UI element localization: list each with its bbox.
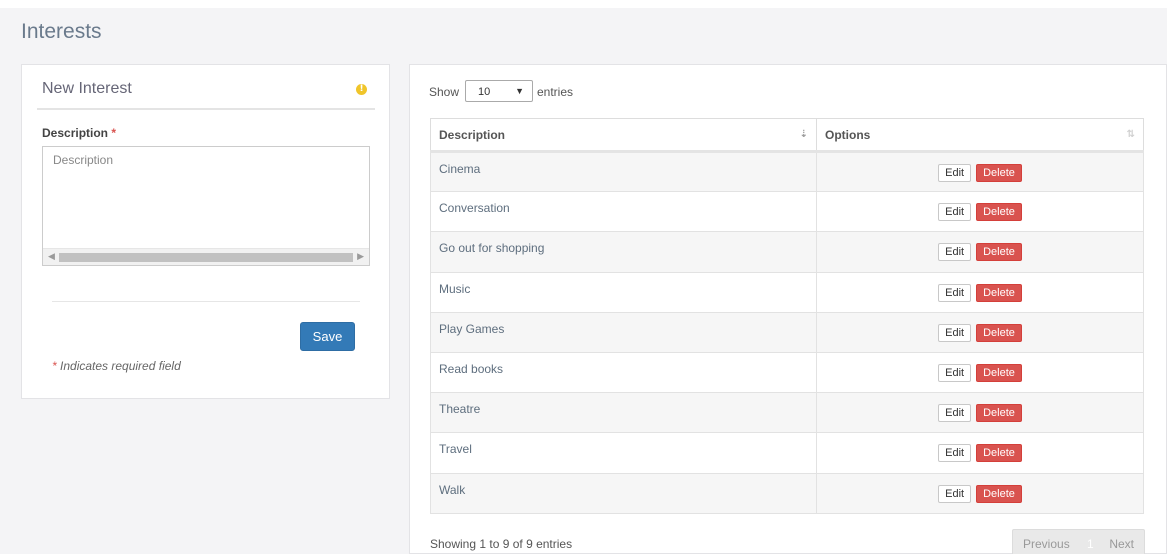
delete-button[interactable]: Delete [976, 203, 1022, 222]
pagination: Previous 1 Next [1012, 529, 1145, 554]
delete-button[interactable]: Delete [976, 283, 1022, 302]
next-page-button[interactable]: Next [1109, 537, 1134, 551]
row-description: Play Games [430, 311, 817, 353]
edit-button[interactable]: Edit [938, 363, 972, 382]
description-textarea-wrap: ◀ ▶ [42, 146, 370, 266]
column-header-description[interactable]: Description ⇣ [430, 118, 817, 153]
edit-button[interactable]: Edit [938, 484, 972, 503]
info-icon[interactable]: ! [356, 84, 367, 95]
row-description: Go out for shopping [430, 231, 817, 273]
panel-heading: New Interest ! [37, 78, 375, 110]
table-row: Go out for shopping Edit Delete [430, 231, 1144, 273]
sort-ascending-icon: ⇣ [799, 129, 808, 140]
row-options: Edit Delete [816, 311, 1144, 353]
row-description: Travel [430, 432, 817, 474]
table-row: Travel Edit Delete [430, 432, 1144, 474]
table-info: Showing 1 to 9 of 9 entries [430, 537, 573, 551]
row-options: Edit Delete [816, 432, 1144, 474]
delete-button[interactable]: Delete [976, 444, 1022, 463]
sort-both-icon: ⇅ [1126, 129, 1135, 140]
page-length-select[interactable]: 10 ▼ [465, 80, 533, 102]
entries-label: entries [537, 85, 574, 99]
row-description: Walk [430, 472, 817, 514]
delete-button[interactable]: Delete [976, 484, 1022, 503]
table-row: Walk Edit Delete [430, 472, 1144, 514]
scroll-left-icon[interactable]: ◀ [48, 251, 55, 262]
edit-button[interactable]: Edit [938, 283, 972, 302]
row-description: Read books [430, 351, 817, 394]
chevron-down-icon: ▼ [515, 86, 524, 96]
scrollbar-thumb[interactable] [59, 253, 353, 262]
row-description: Cinema [430, 150, 817, 193]
column-header-options[interactable]: Options ⇅ [816, 118, 1144, 153]
row-description: Theatre [430, 392, 817, 434]
previous-page-button[interactable]: Previous [1023, 537, 1070, 551]
divider [52, 301, 360, 302]
page-number-button[interactable]: 1 [1087, 537, 1094, 551]
new-interest-panel: New Interest ! Description * ◀ ▶ Save * … [21, 64, 390, 399]
row-options: Edit Delete [816, 351, 1144, 394]
show-label: Show [429, 85, 460, 99]
row-options: Edit Delete [816, 472, 1144, 514]
row-description: Music [430, 271, 817, 313]
page-length-value: 10 [478, 86, 491, 98]
scroll-right-icon[interactable]: ▶ [357, 251, 364, 262]
row-options: Edit Delete [816, 191, 1144, 233]
delete-button[interactable]: Delete [976, 164, 1022, 182]
edit-button[interactable]: Edit [938, 164, 972, 182]
edit-button[interactable]: Edit [938, 203, 972, 222]
table-row: Conversation Edit Delete [430, 191, 1144, 233]
delete-button[interactable]: Delete [976, 363, 1022, 382]
table-row: Play Games Edit Delete [430, 311, 1144, 353]
delete-button[interactable]: Delete [976, 243, 1022, 262]
description-textarea[interactable] [43, 147, 369, 247]
table-row: Theatre Edit Delete [430, 392, 1144, 434]
page: Interests New Interest ! Description * ◀… [0, 8, 1167, 554]
edit-button[interactable]: Edit [938, 243, 972, 262]
edit-button[interactable]: Edit [938, 444, 972, 463]
delete-button[interactable]: Delete [976, 323, 1022, 342]
delete-button[interactable]: Delete [976, 404, 1022, 423]
row-options: Edit Delete [816, 392, 1144, 434]
page-title: Interests [21, 20, 102, 43]
row-options: Edit Delete [816, 271, 1144, 313]
row-options: Edit Delete [816, 150, 1144, 193]
required-field-note: * Indicates required field [52, 359, 181, 373]
horizontal-scrollbar[interactable]: ◀ ▶ [43, 248, 369, 265]
edit-button[interactable]: Edit [938, 404, 972, 423]
table-row: Read books Edit Delete [430, 351, 1144, 394]
interests-table-panel: Show 10 ▼ entries Description ⇣ Options … [409, 64, 1167, 554]
description-label: Description * [42, 126, 117, 140]
edit-button[interactable]: Edit [938, 323, 972, 342]
interests-table: Description ⇣ Options ⇅ Cinema Edit Delet… [430, 118, 1144, 514]
required-star: * [111, 126, 117, 140]
table-row: Cinema Edit Delete [430, 150, 1144, 193]
row-description: Conversation [430, 191, 817, 233]
save-button[interactable]: Save [300, 322, 355, 351]
table-row: Music Edit Delete [430, 271, 1144, 313]
panel-title: New Interest [42, 80, 132, 97]
row-options: Edit Delete [816, 231, 1144, 273]
